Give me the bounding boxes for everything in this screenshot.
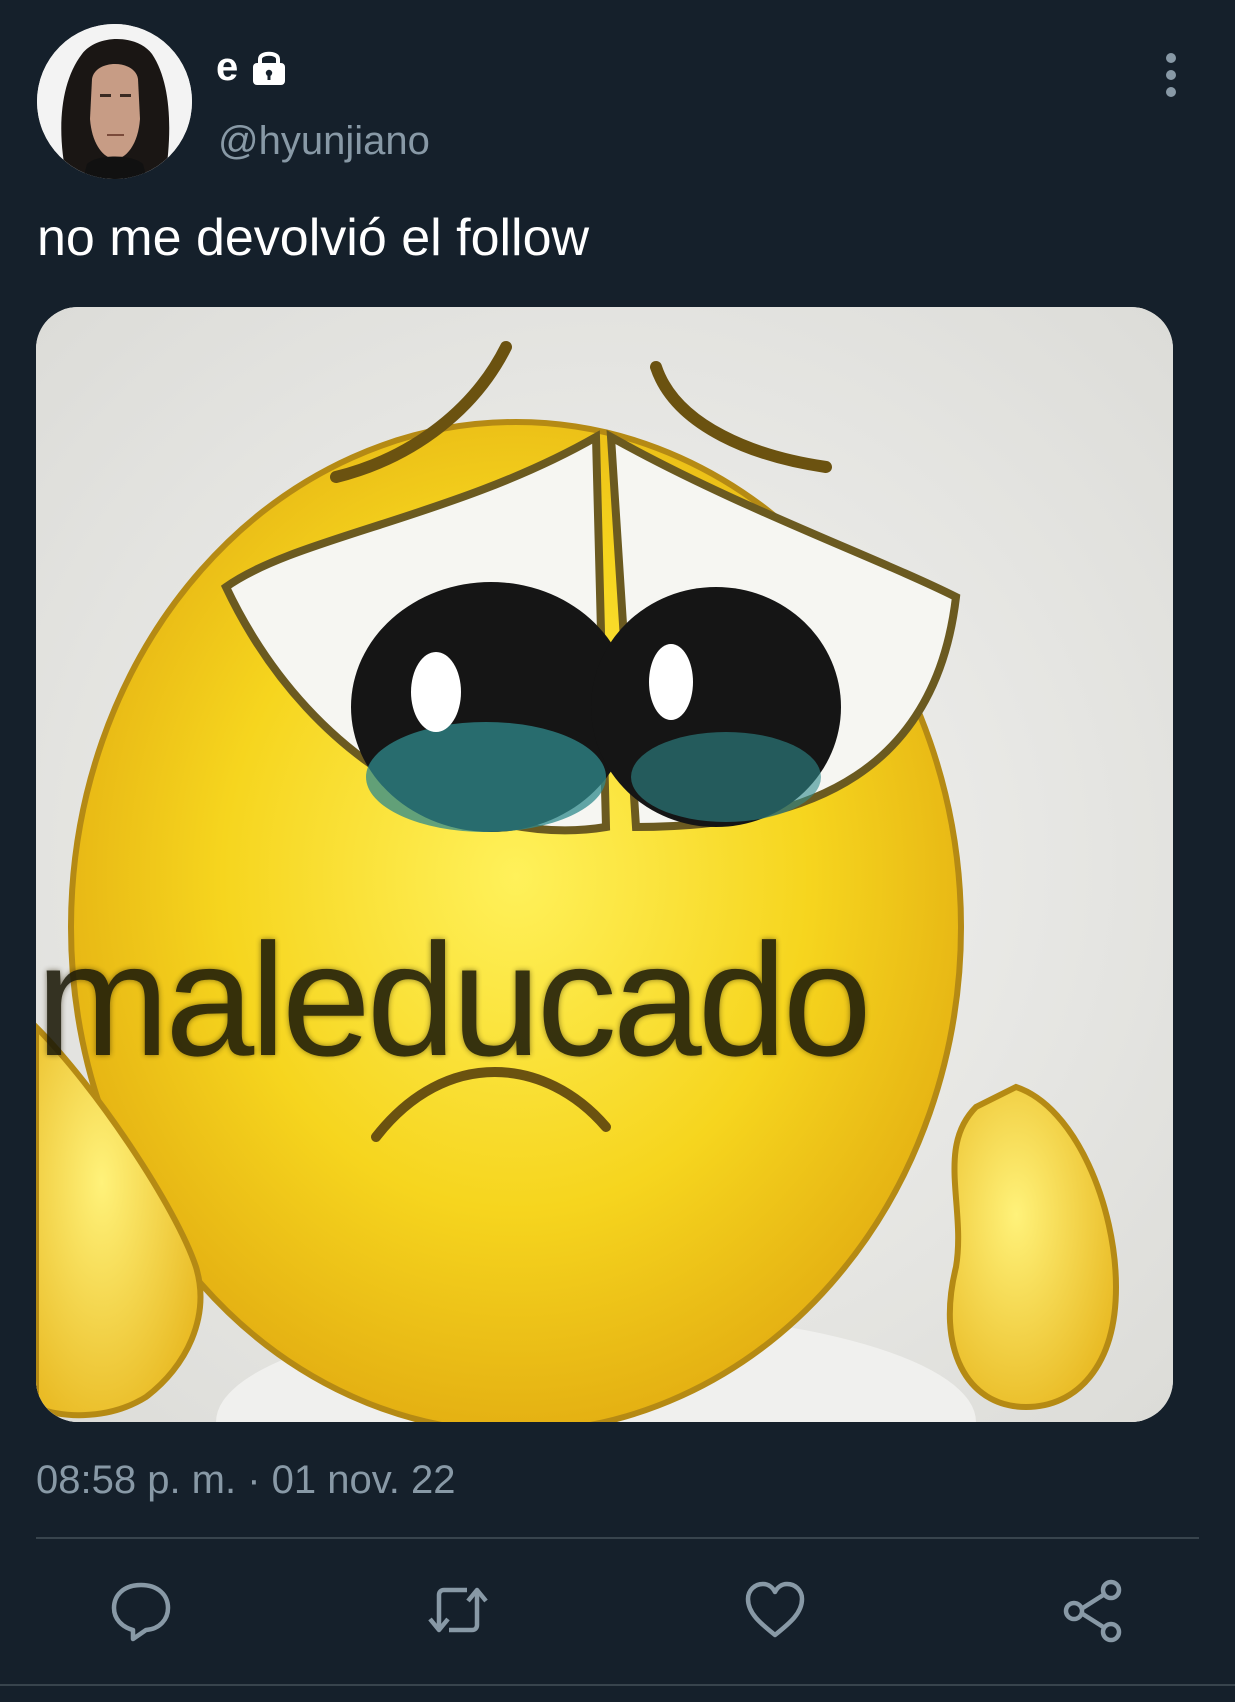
- heart-icon: [745, 1581, 805, 1638]
- avatar[interactable]: [37, 24, 192, 179]
- divider: [36, 1537, 1199, 1539]
- user-handle[interactable]: @hyunjiano: [218, 116, 430, 166]
- tweet-actions-bar: [0, 1575, 1235, 1645]
- more-options-button[interactable]: [1155, 46, 1187, 106]
- lock-icon: [253, 51, 286, 85]
- tweet-text: no me devolvió el follow: [37, 209, 590, 267]
- share-icon: [1063, 1579, 1122, 1643]
- pleading-face-emoji: [36, 307, 1173, 1422]
- like-button[interactable]: [740, 1575, 810, 1645]
- reply-button[interactable]: [106, 1575, 176, 1645]
- tweet-detail: e @hyunjiano no me devolvió el follow ma…: [0, 0, 1235, 1702]
- more-vertical-icon: [1166, 53, 1176, 97]
- reply-icon: [111, 1582, 171, 1642]
- media-caption: maleducado: [36, 910, 872, 1089]
- display-name-row[interactable]: e: [216, 42, 292, 92]
- retweet-icon: [428, 1587, 488, 1633]
- avatar-image: [37, 24, 192, 179]
- divider-bottom: [0, 1684, 1235, 1686]
- share-button[interactable]: [1058, 1575, 1128, 1645]
- display-name[interactable]: e: [216, 42, 238, 92]
- retweet-button[interactable]: [423, 1575, 493, 1645]
- tweet-timestamp[interactable]: 08:58 p. m. · 01 nov. 22: [36, 1455, 456, 1505]
- tweet-media-image[interactable]: maleducado: [36, 307, 1173, 1422]
